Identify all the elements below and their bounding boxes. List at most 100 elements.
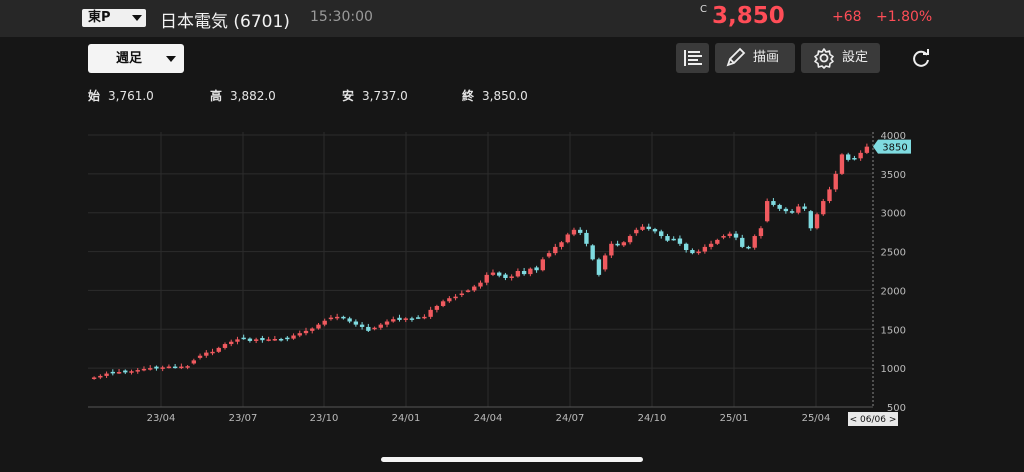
candle-body xyxy=(621,242,627,246)
candle-body xyxy=(690,250,695,254)
candle-body xyxy=(334,316,340,319)
candle-body xyxy=(627,236,633,243)
open-label: 始 xyxy=(88,89,101,103)
candle-body xyxy=(802,206,807,209)
candle-body xyxy=(528,268,533,275)
candle-body xyxy=(721,236,726,238)
price-change: +68 xyxy=(832,9,862,25)
period-label: 週足 xyxy=(116,51,143,66)
y-tick-label: 3500 xyxy=(881,170,906,181)
candle-body xyxy=(534,267,539,271)
candle-body xyxy=(821,201,826,215)
candle-body xyxy=(179,366,184,369)
candle-body xyxy=(160,367,165,369)
candle-body xyxy=(391,319,396,322)
candle-body xyxy=(347,318,352,322)
ohlc-open: 始 3,761.0 xyxy=(88,87,154,104)
candle-body xyxy=(409,318,415,320)
candle-body xyxy=(366,326,371,331)
candle-body xyxy=(116,372,122,374)
candle-body xyxy=(272,339,278,341)
market-label: 東P xyxy=(88,10,111,25)
ohlc-low: 安 3,737.0 xyxy=(342,87,408,104)
candle-body xyxy=(758,228,764,237)
current-price: 3,850 xyxy=(712,3,785,29)
candle-body xyxy=(752,236,757,248)
candle-body xyxy=(602,255,608,270)
close-indicator: C xyxy=(700,4,707,15)
candle-body xyxy=(808,211,813,229)
candle-body xyxy=(740,237,745,247)
candle-body xyxy=(310,328,315,331)
candle-body xyxy=(615,243,620,246)
high-value: 3,882.0 xyxy=(230,89,276,103)
candle-body xyxy=(503,274,508,278)
x-tick-label: 24/10 xyxy=(638,413,667,424)
candle-body xyxy=(578,229,583,233)
candle-body xyxy=(316,324,321,329)
candle-body xyxy=(197,355,203,358)
candle-body xyxy=(434,305,440,310)
candle-body xyxy=(509,276,514,278)
candle-body xyxy=(546,253,552,257)
candle-body xyxy=(727,233,732,237)
candle-body xyxy=(715,239,720,244)
candle-body xyxy=(110,371,115,374)
candle-body xyxy=(185,366,190,368)
y-tick-label: 3000 xyxy=(881,209,906,220)
timestamp: 15:30:00 xyxy=(310,9,373,25)
candle-body xyxy=(465,290,471,292)
candle-body xyxy=(497,272,502,276)
pencil-icon xyxy=(726,47,746,67)
period-selector[interactable]: 週足 xyxy=(88,44,184,73)
candle-body xyxy=(771,201,776,205)
candle-body xyxy=(708,243,714,247)
home-indicator xyxy=(381,457,643,462)
high-label: 高 xyxy=(210,89,223,103)
candle-body xyxy=(135,370,140,372)
candle-body xyxy=(384,321,390,325)
low-value: 3,737.0 xyxy=(362,89,408,103)
candle-body xyxy=(129,371,134,373)
settings-label: 設定 xyxy=(842,50,869,65)
candle-body xyxy=(665,236,670,241)
reload-icon[interactable] xyxy=(910,48,932,70)
candle-body xyxy=(459,293,464,296)
candlestick-chart[interactable]: 500100015002000250030003500400023/04 23/0… xyxy=(88,132,918,432)
candle-body xyxy=(303,330,309,334)
candle-body xyxy=(521,271,527,275)
candle-body xyxy=(746,246,751,249)
candle-body xyxy=(123,370,128,373)
candle-body xyxy=(378,324,383,328)
candle-body xyxy=(559,242,564,247)
candle-body xyxy=(796,206,801,213)
candle-body xyxy=(609,243,614,256)
indicator-list-icon xyxy=(684,50,702,66)
candle-body xyxy=(359,324,365,327)
settings-button[interactable]: 設定 xyxy=(801,43,880,73)
x-tick-label: 23/10 xyxy=(310,413,339,424)
candle-body xyxy=(403,318,408,320)
candle-body xyxy=(422,316,427,319)
draw-button[interactable]: 描画 xyxy=(715,43,795,73)
indicator-button[interactable] xyxy=(676,43,709,73)
candle-body xyxy=(91,377,97,379)
candle-body xyxy=(322,320,327,325)
ohlc-high: 高 3,882.0 xyxy=(210,87,276,104)
candle-body xyxy=(166,366,172,369)
candle-body xyxy=(646,226,651,230)
candle-body xyxy=(472,286,477,291)
candle-body xyxy=(827,189,832,202)
close-label: 終 xyxy=(462,89,475,103)
market-selector[interactable]: 東P xyxy=(82,9,146,27)
candle-body xyxy=(789,211,795,213)
candle-body xyxy=(590,245,595,260)
y-tick-label: 2500 xyxy=(881,248,906,259)
candle-body xyxy=(596,259,602,275)
candle-body xyxy=(440,301,446,306)
open-value: 3,761.0 xyxy=(108,89,154,103)
candle-body xyxy=(447,298,452,302)
candle-body xyxy=(104,373,109,376)
candle-body xyxy=(328,317,334,320)
price-change-percent: +1.80% xyxy=(876,9,933,25)
